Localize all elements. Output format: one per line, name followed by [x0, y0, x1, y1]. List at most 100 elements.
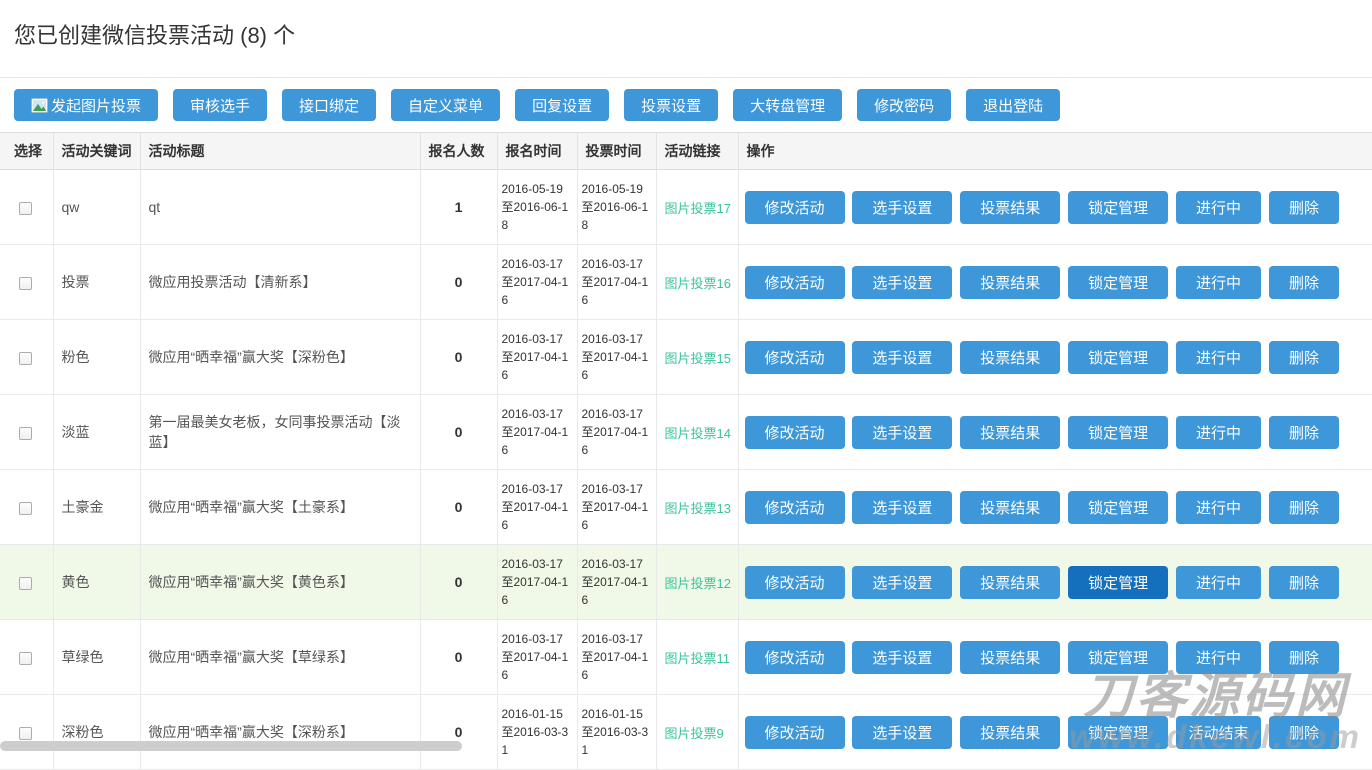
toolbar-button-label: 大转盘管理 [750, 95, 825, 116]
reply-settings-button[interactable]: 回复设置 [515, 89, 609, 121]
link-cell: 图片投票11 [656, 620, 738, 695]
signup-time: 2016-03-17 至2017-04-16 [497, 395, 577, 470]
lock-management-button[interactable]: 锁定管理 [1068, 641, 1168, 674]
activity-link[interactable]: 图片投票9 [665, 726, 724, 741]
signup-count: 0 [420, 620, 497, 695]
player-settings-button[interactable]: 选手设置 [852, 641, 952, 674]
delete-button[interactable]: 删除 [1269, 191, 1339, 224]
lock-management-button[interactable]: 锁定管理 [1068, 566, 1168, 599]
activity-link[interactable]: 图片投票13 [665, 501, 731, 516]
activity-status-button[interactable]: 进行中 [1176, 416, 1261, 449]
signup-time: 2016-05-19 至2016-06-18 [497, 170, 577, 245]
toolbar-button-label: 退出登陆 [983, 95, 1043, 116]
row-checkbox[interactable] [19, 427, 32, 440]
start-image-vote-button[interactable]: 发起图片投票 [14, 89, 158, 121]
edit-activity-button[interactable]: 修改活动 [745, 266, 845, 299]
activity-link[interactable]: 图片投票14 [665, 426, 731, 441]
delete-button[interactable]: 删除 [1269, 416, 1339, 449]
lock-management-button[interactable]: 锁定管理 [1068, 191, 1168, 224]
toolbar: 发起图片投票审核选手接口绑定自定义菜单回复设置 投票设置 大转盘管理 修改密码 退出登陆 [0, 78, 1372, 132]
delete-button[interactable]: 删除 [1269, 641, 1339, 674]
edit-activity-button[interactable]: 修改活动 [745, 566, 845, 599]
activity-status-button[interactable]: 进行中 [1176, 191, 1261, 224]
vote-results-button[interactable]: 投票结果 [960, 641, 1060, 674]
delete-button[interactable]: 删除 [1269, 491, 1339, 524]
delete-button[interactable]: 删除 [1269, 716, 1339, 749]
link-cell: 图片投票14 [656, 395, 738, 470]
activity-title: 微应用“晒幸福”赢大奖【深粉色】 [140, 320, 420, 395]
edit-activity-button[interactable]: 修改活动 [745, 191, 845, 224]
lock-management-button[interactable]: 锁定管理 [1068, 341, 1168, 374]
activity-status-button[interactable]: 进行中 [1176, 266, 1261, 299]
vote-results-button[interactable]: 投票结果 [960, 566, 1060, 599]
activity-status-button[interactable]: 进行中 [1176, 491, 1261, 524]
activity-title: qt [140, 170, 420, 245]
vote-results-button[interactable]: 投票结果 [960, 191, 1060, 224]
select-cell [0, 245, 53, 320]
lock-management-button[interactable]: 锁定管理 [1068, 716, 1168, 749]
page-title: 您已创建微信投票活动 (8) 个 [14, 18, 1358, 50]
change-password-button[interactable]: 修改密码 [857, 89, 951, 121]
custom-menu-button[interactable]: 自定义菜单 [391, 89, 500, 121]
select-cell [0, 695, 53, 770]
row-checkbox[interactable] [19, 727, 32, 740]
vote-results-button[interactable]: 投票结果 [960, 491, 1060, 524]
player-settings-button[interactable]: 选手设置 [852, 416, 952, 449]
signup-count: 1 [420, 170, 497, 245]
delete-button[interactable]: 删除 [1269, 341, 1339, 374]
player-settings-button[interactable]: 选手设置 [852, 566, 952, 599]
vote-results-button[interactable]: 投票结果 [960, 266, 1060, 299]
edit-activity-button[interactable]: 修改活动 [745, 641, 845, 674]
row-checkbox[interactable] [19, 352, 32, 365]
table-header-row: 选择活动关键词活动标题报名人数报名时间投票时间活动链接操作 [0, 133, 1372, 170]
player-settings-button[interactable]: 选手设置 [852, 716, 952, 749]
player-settings-button[interactable]: 选手设置 [852, 191, 952, 224]
vote-results-button[interactable]: 投票结果 [960, 716, 1060, 749]
toolbar-button-label: 投票设置 [641, 95, 701, 116]
vote-results-button[interactable]: 投票结果 [960, 416, 1060, 449]
signup-count: 0 [420, 245, 497, 320]
column-header-link: 活动链接 [656, 133, 738, 170]
link-cell: 图片投票9 [656, 695, 738, 770]
player-settings-button[interactable]: 选手设置 [852, 266, 952, 299]
table-row: qw qt 1 2016-05-19 至2016-06-18 2016-05-1… [0, 170, 1372, 245]
activity-status-button[interactable]: 活动结束 [1176, 716, 1261, 749]
edit-activity-button[interactable]: 修改活动 [745, 491, 845, 524]
activity-link[interactable]: 图片投票15 [665, 351, 731, 366]
row-checkbox[interactable] [19, 202, 32, 215]
activity-link[interactable]: 图片投票17 [665, 201, 731, 216]
activity-title: 微应用“晒幸福”赢大奖【黄色系】 [140, 545, 420, 620]
row-checkbox[interactable] [19, 502, 32, 515]
lock-management-button[interactable]: 锁定管理 [1068, 266, 1168, 299]
logout-button[interactable]: 退出登陆 [966, 89, 1060, 121]
player-settings-button[interactable]: 选手设置 [852, 491, 952, 524]
row-checkbox[interactable] [19, 652, 32, 665]
activity-link[interactable]: 图片投票16 [665, 276, 731, 291]
table-row: 淡蓝 第一届最美女老板，女同事投票活动【淡蓝】 0 2016-03-17 至20… [0, 395, 1372, 470]
vote-results-button[interactable]: 投票结果 [960, 341, 1060, 374]
activity-status-button[interactable]: 进行中 [1176, 341, 1261, 374]
actions-cell: 修改活动 选手设置 投票结果 锁定管理 活动结束 删除 [738, 695, 1372, 770]
vote-settings-button[interactable]: 投票设置 [624, 89, 718, 121]
activity-status-button[interactable]: 进行中 [1176, 566, 1261, 599]
delete-button[interactable]: 删除 [1269, 266, 1339, 299]
activity-link[interactable]: 图片投票12 [665, 576, 731, 591]
edit-activity-button[interactable]: 修改活动 [745, 416, 845, 449]
delete-button[interactable]: 删除 [1269, 566, 1339, 599]
row-checkbox[interactable] [19, 577, 32, 590]
activity-status-button[interactable]: 进行中 [1176, 641, 1261, 674]
signup-time: 2016-03-17 至2017-04-16 [497, 245, 577, 320]
interface-bind-button[interactable]: 接口绑定 [282, 89, 376, 121]
activity-keyword: 黄色 [53, 545, 140, 620]
wheel-manage-button[interactable]: 大转盘管理 [733, 89, 842, 121]
review-players-button[interactable]: 审核选手 [173, 89, 267, 121]
edit-activity-button[interactable]: 修改活动 [745, 716, 845, 749]
row-checkbox[interactable] [19, 277, 32, 290]
activity-link[interactable]: 图片投票11 [665, 651, 731, 666]
lock-management-button[interactable]: 锁定管理 [1068, 416, 1168, 449]
edit-activity-button[interactable]: 修改活动 [745, 341, 845, 374]
lock-management-button[interactable]: 锁定管理 [1068, 491, 1168, 524]
player-settings-button[interactable]: 选手设置 [852, 341, 952, 374]
horizontal-scrollbar-thumb[interactable] [0, 741, 462, 751]
column-header-select: 选择 [0, 133, 53, 170]
